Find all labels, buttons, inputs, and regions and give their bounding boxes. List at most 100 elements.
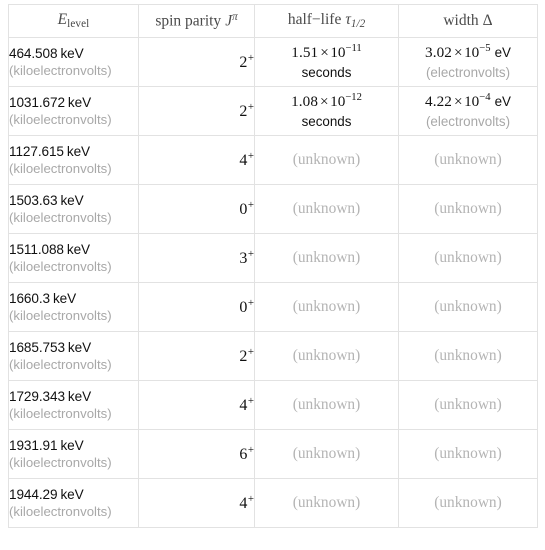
cell-width: (unknown) (398, 135, 538, 185)
energy-value-line: 464.508 keV (9, 46, 138, 62)
energy-value: 1729.343 (9, 388, 65, 404)
spin-value: 4 (239, 494, 248, 512)
energy-value: 1660.3 (9, 290, 50, 306)
cell-half-life: (unknown) (254, 478, 399, 528)
cell-spin-parity: 3+ (138, 233, 255, 283)
half-life-label: half−life (287, 11, 342, 29)
table-row: 1511.088 keV (kiloelectronvolts) 3+ (unknown… (8, 233, 538, 283)
energy-value: 1685.753 (9, 339, 65, 355)
table-body: 464.508 keV (kiloelectronvolts) 2+ 1.51 ×10−1… (8, 37, 538, 528)
parity-sign: + (247, 52, 254, 65)
cell-energy-level: 1685.753 keV (kiloelectronvolts) (8, 331, 139, 381)
parity-sign: + (247, 297, 254, 310)
energy-unit-full: (kiloelectronvolts) (9, 209, 112, 225)
energy-value-line: 1931.91 keV (9, 438, 138, 454)
cell-spin-parity: 0+ (138, 184, 255, 234)
width-value: 3.02 ×10−5 eV (399, 43, 537, 62)
multiplication-sign: × (320, 44, 329, 62)
half-life-unknown: (unknown) (292, 493, 361, 511)
energy-value: 1944.29 (9, 486, 58, 502)
cell-half-life: 1.08 ×10−12 seconds (254, 86, 399, 136)
energy-levels-table: Elevel spin parity Jπ half−life τ1/2 width… (8, 4, 538, 528)
energy-unit: keV (67, 388, 92, 404)
width-exponent: −4 (479, 92, 491, 104)
parity-sign: + (247, 346, 254, 359)
energy-unit: keV (60, 437, 84, 453)
energy-unit-full: (kiloelectronvolts) (9, 307, 112, 323)
energy-value-line: 1944.29 keV (9, 487, 138, 503)
spin-value: 3 (239, 249, 248, 267)
table-row: 1127.615 keV (kiloelectronvolts) 4+ (unknown… (8, 135, 538, 185)
table-row: 1931.91 keV (kiloelectronvolts) 6+ (unknown)… (8, 429, 538, 479)
cell-width: (unknown) (398, 331, 538, 381)
half-life-exponent: −12 (345, 92, 362, 104)
half-life-exponent: −11 (345, 43, 362, 55)
half-life-value: 1.08 ×10−12 (255, 92, 398, 111)
half-life-unknown: (unknown) (292, 444, 361, 462)
cell-energy-level: 464.508 keV (kiloelectronvolts) (8, 37, 139, 87)
half-life-unknown: (unknown) (292, 150, 361, 168)
delta-symbol: Δ (482, 12, 493, 29)
cell-spin-parity: 4+ (138, 135, 255, 185)
parity-sign: + (247, 248, 254, 261)
multiplication-sign: × (454, 93, 463, 111)
parity-sign: + (247, 199, 254, 212)
energy-value: 1931.91 (9, 437, 58, 453)
spin-value: 2 (239, 53, 248, 71)
half-life-unknown: (unknown) (292, 395, 361, 413)
cell-half-life: (unknown) (254, 380, 399, 430)
width-unknown: (unknown) (434, 444, 502, 462)
table-header: Elevel spin parity Jπ half−life τ1/2 width… (8, 4, 538, 38)
cell-energy-level: 1503.63 keV (kiloelectronvolts) (8, 184, 139, 234)
energy-value-line: 1503.63 keV (9, 193, 138, 209)
cell-half-life: (unknown) (254, 282, 399, 332)
cell-half-life: (unknown) (254, 331, 399, 381)
cell-half-life: (unknown) (254, 135, 399, 185)
cell-width: (unknown) (398, 233, 538, 283)
cell-width: (unknown) (398, 282, 538, 332)
energy-unit-full: (kiloelectronvolts) (9, 160, 112, 176)
energy-unit: keV (60, 192, 84, 208)
cell-energy-level: 1511.088 keV (kiloelectronvolts) (8, 233, 139, 283)
half-life-unit: seconds (301, 64, 352, 80)
width-base: 10 (464, 93, 480, 111)
cell-width: 4.22 ×10−4 eV (electronvolts) (398, 86, 538, 136)
energy-value: 1503.63 (9, 192, 58, 208)
energy-unit-full: (kiloelectronvolts) (9, 503, 112, 519)
table-row: 1944.29 keV (kiloelectronvolts) 4+ (unknown)… (8, 478, 538, 528)
parity-sign: + (247, 395, 254, 408)
cell-energy-level: 1031.672 keV (kiloelectronvolts) (8, 86, 139, 136)
cell-energy-level: 1931.91 keV (kiloelectronvolts) (8, 429, 139, 479)
half-life-unit: seconds (301, 113, 352, 129)
width-unknown: (unknown) (434, 150, 502, 168)
cell-spin-parity: 2+ (138, 86, 255, 136)
width-exponent: −5 (479, 43, 491, 55)
width-unit-full: (electronvolts) (425, 113, 511, 129)
column-header-half-life: half−life τ1/2 (254, 4, 399, 38)
width-mantissa: 3.02 (425, 44, 452, 62)
width-unknown: (unknown) (434, 493, 502, 511)
energy-unit: keV (67, 339, 92, 355)
tau-subscript: 1/2 (350, 18, 366, 31)
width-label: width (443, 12, 479, 29)
table-row: 1685.753 keV (kiloelectronvolts) 2+ (unknown… (8, 331, 538, 381)
cell-energy-level: 1127.615 keV (kiloelectronvolts) (8, 135, 139, 185)
energy-unit: keV (66, 143, 91, 159)
cell-width: (unknown) (398, 184, 538, 234)
half-life-mantissa: 1.08 (291, 93, 319, 111)
spin-value: 4 (239, 151, 248, 169)
cell-spin-parity: 2+ (138, 331, 255, 381)
table-header-row: Elevel spin parity Jπ half−life τ1/2 width… (8, 4, 538, 38)
column-header-width: width Δ (398, 4, 538, 38)
energy-value: 1031.672 (9, 94, 65, 110)
cell-width: (unknown) (398, 478, 538, 528)
parity-sign: + (247, 493, 254, 506)
cell-width: (unknown) (398, 429, 538, 479)
spin-value: 0 (239, 298, 248, 316)
parity-sign: + (247, 101, 254, 114)
width-unit-full: (electronvolts) (425, 64, 511, 80)
energy-symbol: E (57, 11, 68, 29)
width-base: 10 (464, 44, 480, 62)
spin-value: 4 (239, 396, 248, 414)
column-header-spin-parity: spin parity Jπ (138, 4, 255, 38)
